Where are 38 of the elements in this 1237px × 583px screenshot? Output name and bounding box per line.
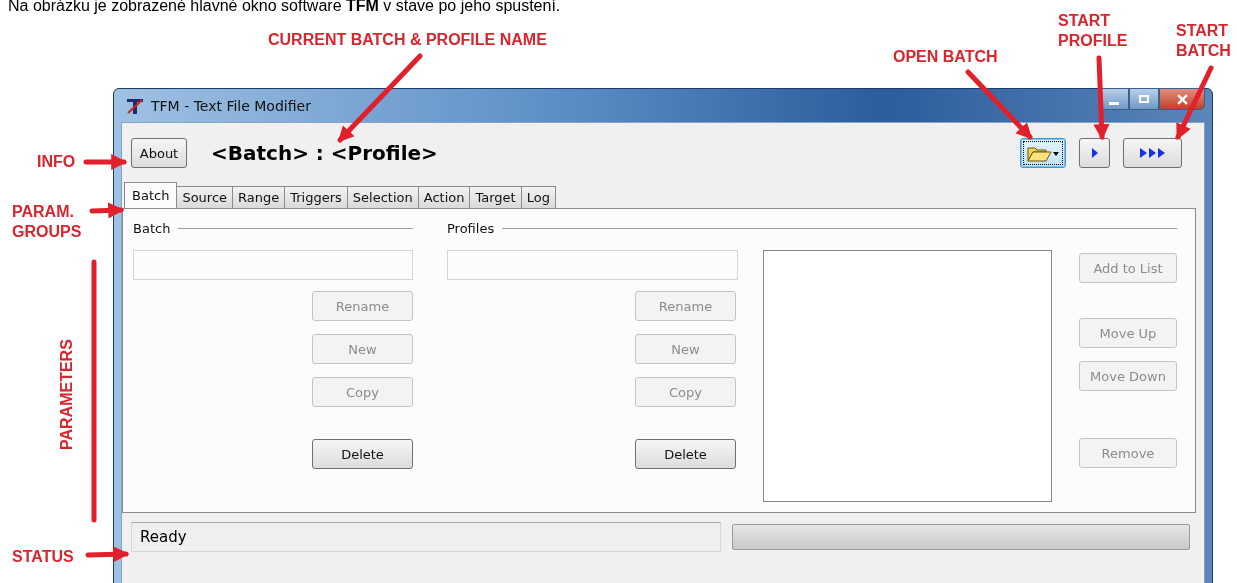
tab[interactable]: Action	[417, 186, 471, 208]
group-label: Profiles	[447, 220, 495, 236]
annotation-arrow	[89, 202, 125, 219]
annotation-label: START BATCH	[1176, 21, 1232, 61]
tab[interactable]: Log	[520, 186, 556, 208]
status-text: Ready	[131, 522, 721, 552]
batch-profile-name: <Batch> : <Profile>	[211, 141, 438, 165]
tab[interactable]: Triggers	[284, 186, 348, 208]
triple-play-icon	[1138, 147, 1167, 159]
start-batch-button[interactable]	[1123, 138, 1182, 168]
annotation-label: PARAM. GROUPS	[12, 202, 83, 242]
annotation-arrow	[965, 69, 1033, 140]
tab[interactable]: Target	[469, 186, 522, 208]
annotation-arrow	[85, 546, 130, 563]
group-label: Batch	[133, 220, 171, 236]
window-title: TFM - Text File Modifier	[151, 97, 311, 114]
action-button[interactable]: Delete	[635, 439, 736, 469]
batch-name-field[interactable]	[133, 250, 413, 280]
action-button[interactable]: Delete	[312, 439, 413, 469]
maximize-button[interactable]	[1129, 88, 1159, 110]
tab[interactable]: Batch	[124, 182, 178, 208]
annotation-label: OPEN BATCH	[893, 47, 998, 67]
annotation-label: CURRENT BATCH & PROFILE NAME	[268, 30, 547, 50]
paragraph: Na obrázku je zobrazené hlavné okno software TFM v stave po jeho spustení.	[8, 0, 561, 15]
annotation-label: STATUS	[12, 547, 74, 567]
about-button[interactable]: About	[131, 138, 187, 168]
tab[interactable]: Range	[232, 186, 286, 208]
tab[interactable]: Source	[176, 186, 234, 208]
profile-name-field[interactable]	[447, 250, 738, 280]
play-icon	[1090, 147, 1099, 159]
annotation-label: INFO	[37, 152, 76, 172]
open-batch-button[interactable]	[1020, 138, 1066, 168]
annotation-arrow	[83, 154, 128, 170]
start-profile-button[interactable]	[1079, 138, 1110, 168]
close-icon	[1176, 93, 1188, 105]
annotation-label: PARAMETERS	[57, 339, 76, 450]
annotation-label: START PROFILE	[1058, 11, 1129, 51]
tab[interactable]: Selection	[346, 186, 419, 208]
